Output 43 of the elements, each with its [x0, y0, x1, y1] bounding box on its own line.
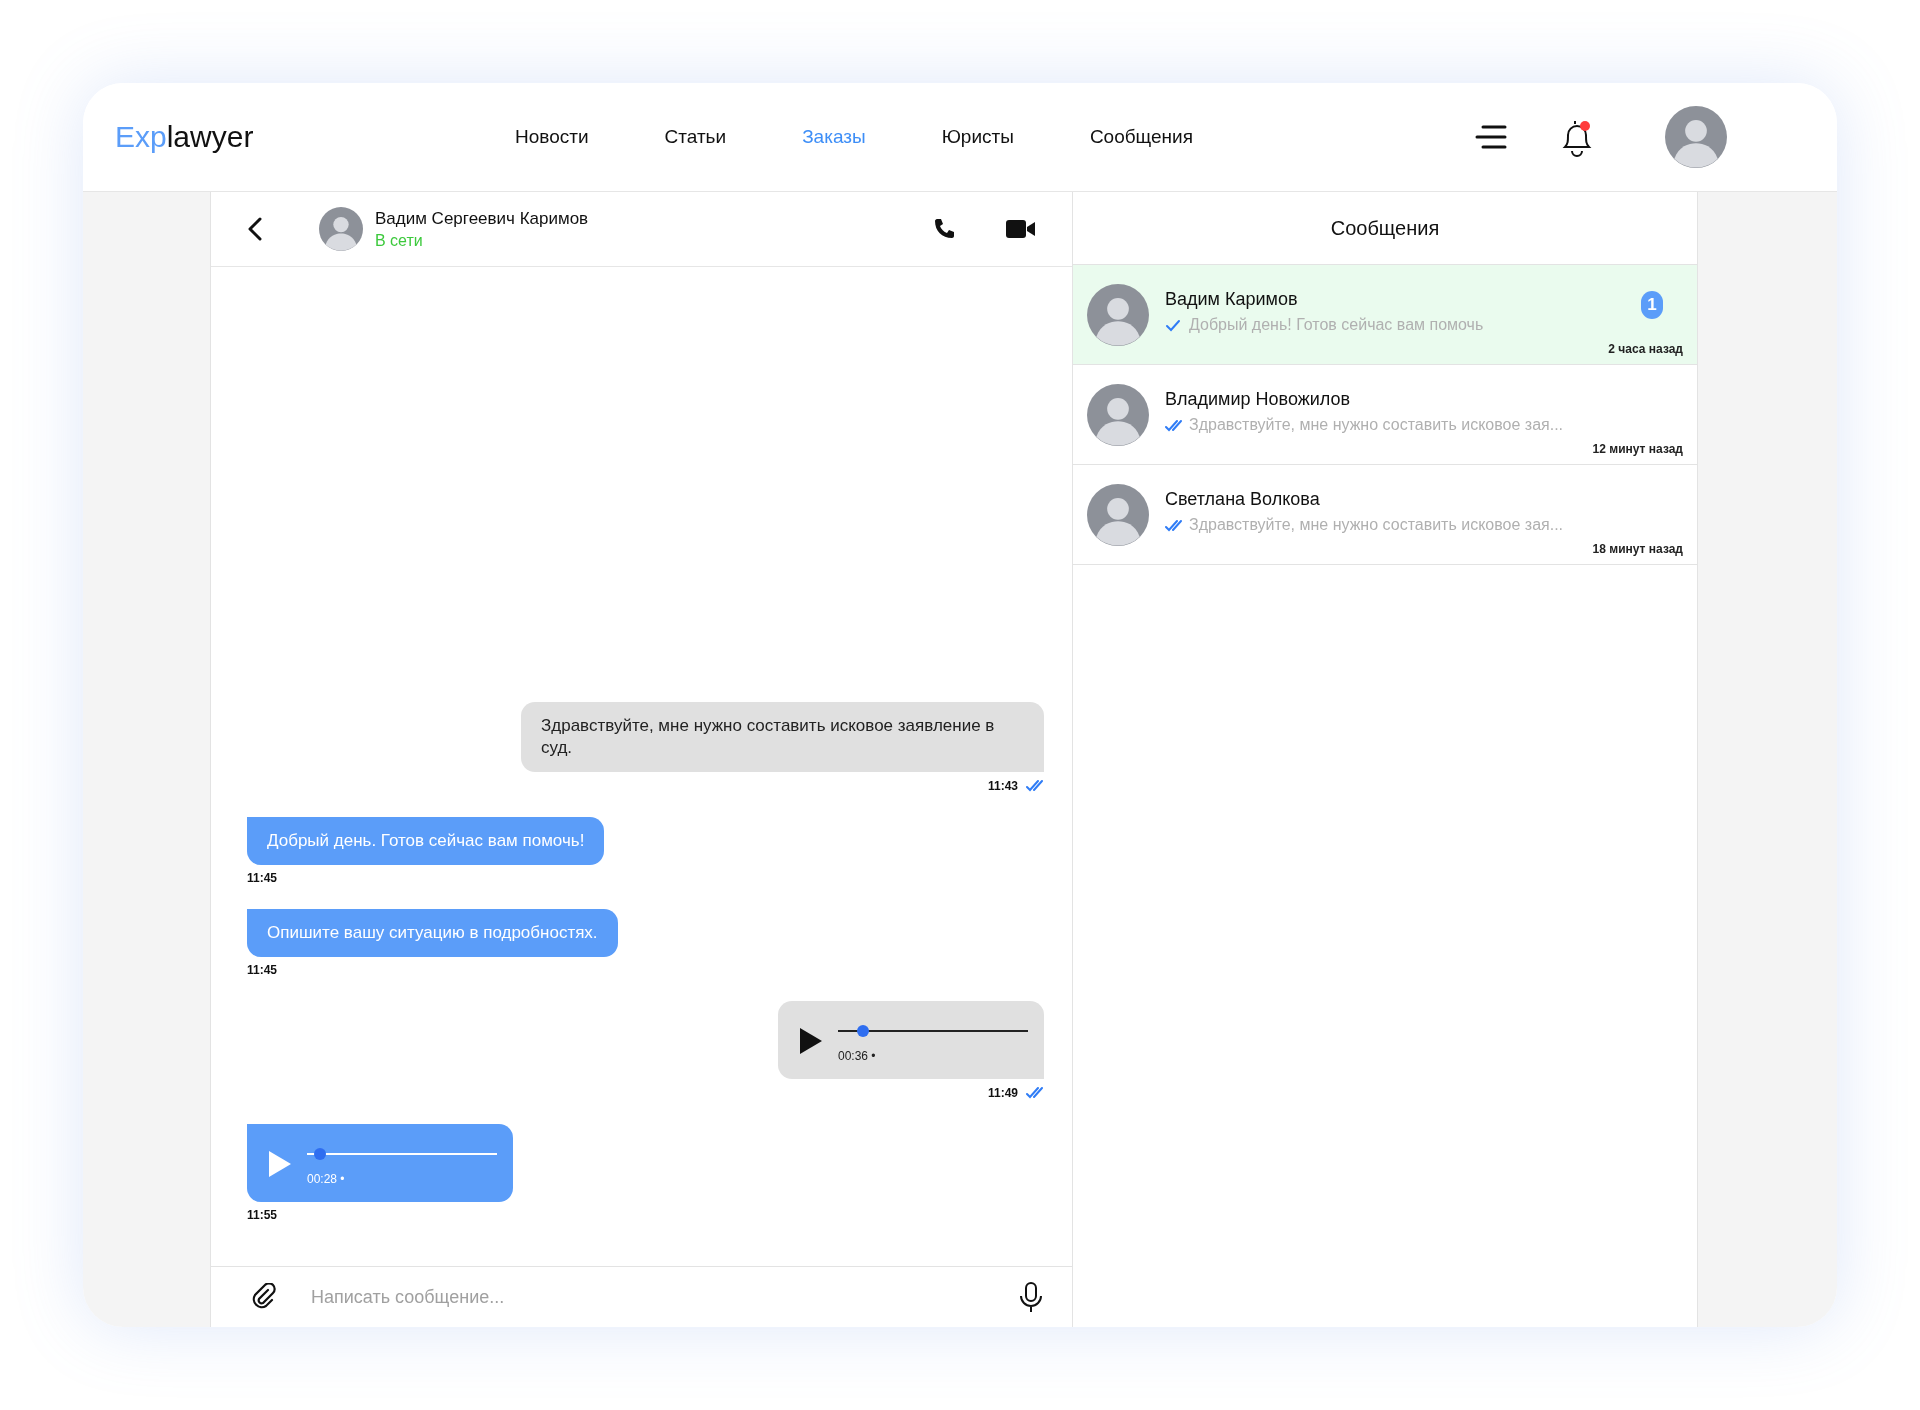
message-time: 11:55	[247, 1208, 278, 1222]
message-bubble: Опишите вашу ситуацию в подробностях.	[247, 909, 618, 957]
paperclip-icon[interactable]	[251, 1283, 277, 1311]
avatar-photo-placeholder	[1087, 483, 1149, 546]
online-status: В сети	[375, 231, 424, 250]
video-camera-icon[interactable]	[1006, 218, 1036, 240]
message-time: 11:49	[987, 1085, 1018, 1100]
conversation-item[interactable]: Вадим Каримов Добрый день! Готов сейчас вам помочь 2 часа назад 1	[1073, 265, 1697, 365]
logo[interactable]: Explawyer	[115, 120, 477, 154]
message-time: 11:43	[987, 778, 1018, 793]
play-icon[interactable]	[798, 1026, 824, 1056]
avatar-photo-placeholder	[1087, 383, 1149, 446]
message-time: 18 минут назад	[1592, 542, 1683, 556]
message-preview: Добрый день! Готов сейчас вам помочь	[1189, 316, 1484, 334]
menu-icon[interactable]	[1475, 124, 1507, 150]
nav-link[interactable]: Новости	[477, 126, 627, 148]
nav-link[interactable]: Юристы	[903, 126, 1052, 148]
audio-progress-track[interactable]	[307, 1148, 497, 1160]
message-input-field[interactable]: Написать сообщение...	[309, 1285, 986, 1309]
nav-link[interactable]: Сообщения	[1051, 126, 1231, 148]
message-time: 12 минут назад	[1592, 442, 1683, 456]
message-time: 11:45	[247, 963, 278, 977]
voice-duration: 00:36 •	[838, 1048, 877, 1065]
avatar-photo-placeholder	[1665, 106, 1727, 168]
contact-name: Вадим Каримов	[1165, 289, 1299, 310]
audio-progress-track[interactable]	[838, 1025, 1028, 1037]
voice-duration: 00:28 •	[307, 1171, 346, 1188]
message-preview: Здравствуйте, мне нужно составить исковое зая...	[1189, 516, 1564, 534]
audio-progress-thumb[interactable]	[314, 1148, 327, 1160]
message-bubble: Добрый день. Готов сейчас вам помочь!	[247, 817, 605, 865]
avatar-photo-placeholder	[1087, 283, 1149, 346]
contact-name: Владимир Новожилов	[1165, 389, 1352, 410]
unread-count-badge: 1	[1641, 291, 1663, 319]
contact-name: Светлана Волкова	[1165, 489, 1321, 510]
message-time: 2 часа назад	[1608, 342, 1683, 356]
message-preview: Здравствуйте, мне нужно составить исковое зая...	[1189, 416, 1564, 434]
audio-progress-thumb[interactable]	[856, 1025, 869, 1037]
message-time: 11:45	[247, 871, 278, 885]
nav-link[interactable]: Статьи	[626, 126, 765, 148]
avatar-photo-placeholder	[319, 207, 363, 251]
microphone-icon[interactable]	[1018, 1281, 1044, 1313]
message-bubble: Здравствуйте, мне нужно составить исковое заявление в суд.	[521, 702, 1044, 772]
contact-name: Вадим Сергеевич Каримов	[375, 208, 589, 229]
